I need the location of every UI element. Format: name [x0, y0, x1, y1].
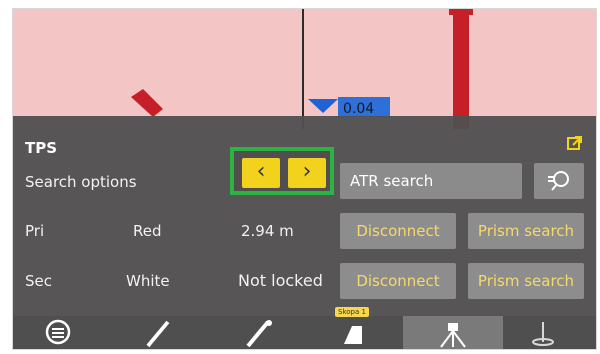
- bucket-icon: [344, 326, 362, 344]
- sec-label: Sec: [25, 272, 52, 290]
- pencil-tool-icon: [146, 320, 172, 348]
- pri-distance: 2.94 m: [241, 222, 294, 240]
- next-button[interactable]: ›: [288, 158, 326, 188]
- pri-disconnect-button[interactable]: Disconnect: [340, 213, 456, 249]
- prism-search-icon: [548, 171, 569, 191]
- tab-bucket[interactable]: [318, 316, 388, 349]
- tab-menu[interactable]: [23, 316, 93, 349]
- tab-total-station[interactable]: [403, 316, 503, 349]
- search-options-label: Search options: [25, 173, 137, 191]
- total-station-icon: [440, 323, 466, 348]
- pri-color: Red: [133, 222, 162, 240]
- chevron-right-icon: ›: [302, 159, 312, 184]
- prism-search-icon-button[interactable]: [534, 163, 584, 199]
- sec-prism-search-button[interactable]: Prism search: [468, 263, 584, 299]
- tab-tool-1[interactable]: [123, 316, 193, 349]
- bottom-toolbar: [13, 316, 596, 349]
- menu-circle-icon: [45, 319, 71, 345]
- scene-value-label: 0.04: [343, 101, 374, 117]
- prev-button[interactable]: ‹: [242, 158, 280, 188]
- location-pin-icon: [532, 322, 554, 346]
- panel-title: TPS: [25, 139, 58, 157]
- tab-tool-2[interactable]: [223, 316, 293, 349]
- chevron-left-icon: ‹: [256, 159, 266, 184]
- external-link-icon[interactable]: [567, 135, 583, 151]
- sec-status: Not locked: [238, 271, 323, 290]
- search-mode-field[interactable]: ATR search: [340, 163, 522, 199]
- pri-label: Pri: [25, 222, 45, 240]
- search-options-nav: ‹ ›: [230, 147, 334, 195]
- pencil-tool-2-icon: [246, 320, 272, 348]
- sec-color: White: [126, 272, 170, 290]
- bucket-tag: Skopa 1: [335, 307, 369, 317]
- pri-prism-search-button[interactable]: Prism search: [468, 213, 584, 249]
- tps-screen: 0.04 TPS Search options ‹ › ATR search P…: [12, 8, 597, 350]
- sec-disconnect-button[interactable]: Disconnect: [340, 263, 456, 299]
- tab-location[interactable]: [508, 316, 578, 349]
